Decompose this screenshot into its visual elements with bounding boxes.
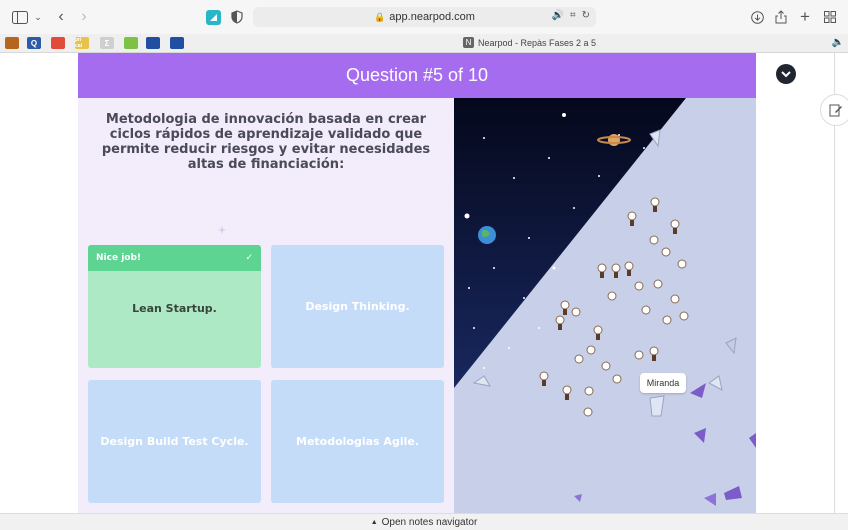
notes-navigator-bar[interactable]: ▲ Open notes navigator	[0, 513, 848, 530]
answer-label: Design Build Test Cycle.	[100, 435, 249, 448]
game-illustration	[454, 98, 756, 513]
chevron-down-icon[interactable]: ⌄	[33, 8, 43, 26]
tab-favicon: N	[463, 37, 474, 48]
active-tab[interactable]: N Nearpod - Repàs Fases 2 a 5	[463, 37, 596, 48]
space-scene	[454, 98, 756, 513]
back-arrow-icon[interactable]: ‹	[55, 8, 67, 26]
reload-icon[interactable]: ↻	[582, 10, 590, 21]
eu-flag-icon[interactable]	[170, 37, 184, 49]
lock-icon: 🔒	[374, 11, 386, 22]
sparkle-decoration	[218, 226, 226, 234]
collapse-chevron-button[interactable]	[776, 64, 796, 84]
feedback-banner: Nice job! ✓	[88, 245, 261, 271]
tab-audio-icon[interactable]: 🔈	[832, 37, 844, 48]
answer-option-4[interactable]: Metodologias Agile.	[271, 380, 444, 503]
formula-icon[interactable]: Σ	[100, 37, 114, 49]
nearpod-page: Question #5 of 10 Metodologia de innovac…	[0, 53, 848, 513]
green-box-icon[interactable]	[124, 37, 138, 49]
feedback-text: Nice job!	[96, 253, 142, 263]
answer-label: Lean Startup.	[132, 302, 217, 315]
browser-toolbar: ⌄ ‹ › 🔒 app.nearpod.com 🔊 ⌗ ↻ +	[0, 0, 848, 34]
translate-icon[interactable]: ⌗	[570, 10, 576, 21]
answer-option-2[interactable]: Design Thinking.	[271, 245, 444, 368]
tab-title-text: Nearpod - Repàs Fases 2 a 5	[478, 37, 597, 48]
player-name-tooltip: Miranda	[640, 373, 686, 393]
forward-arrow-icon[interactable]: ›	[78, 8, 90, 26]
question-header: Question #5 of 10	[78, 53, 756, 98]
pri-cat-icon[interactable]: pri cat	[75, 37, 89, 49]
answer-label: Design Thinking.	[305, 300, 410, 313]
triangle-up-icon: ▲	[370, 518, 378, 526]
shield-crest-icon[interactable]	[5, 37, 19, 49]
speaker-icon[interactable]: 🔊	[552, 10, 564, 21]
tab-overview-icon[interactable]	[823, 8, 837, 26]
address-bar[interactable]: 🔒 app.nearpod.com 🔊 ⌗ ↻	[253, 7, 596, 27]
eu-flag-icon[interactable]	[146, 37, 160, 49]
question-text: Metodologia de innovación basada en crea…	[101, 112, 431, 172]
favorites-bar: Qpri cat Σ N Nearpod - Repàs Fases 2 a 5 …	[0, 34, 848, 53]
notes-edit-icon[interactable]	[820, 94, 848, 126]
nearpod-extension-icon[interactable]	[205, 8, 221, 26]
pdf-icon[interactable]	[51, 37, 65, 49]
q-icon[interactable]: Q	[27, 37, 41, 49]
share-icon[interactable]	[774, 8, 788, 26]
privacy-shield-icon[interactable]	[230, 8, 244, 26]
answer-option-1[interactable]: Nice job! ✓ Lean Startup.	[88, 245, 261, 368]
notes-navigator-label: Open notes navigator	[381, 516, 478, 528]
download-icon[interactable]	[750, 8, 764, 26]
sidebar-toggle-icon[interactable]	[12, 8, 28, 26]
question-pane: Metodologia de innovación basada en crea…	[78, 98, 454, 513]
answer-option-3[interactable]: Design Build Test Cycle.	[88, 380, 261, 503]
answer-label: Metodologias Agile.	[296, 435, 419, 448]
check-icon: ✓	[245, 253, 253, 263]
new-tab-icon[interactable]: +	[798, 7, 812, 26]
url-text: app.nearpod.com	[389, 11, 475, 23]
